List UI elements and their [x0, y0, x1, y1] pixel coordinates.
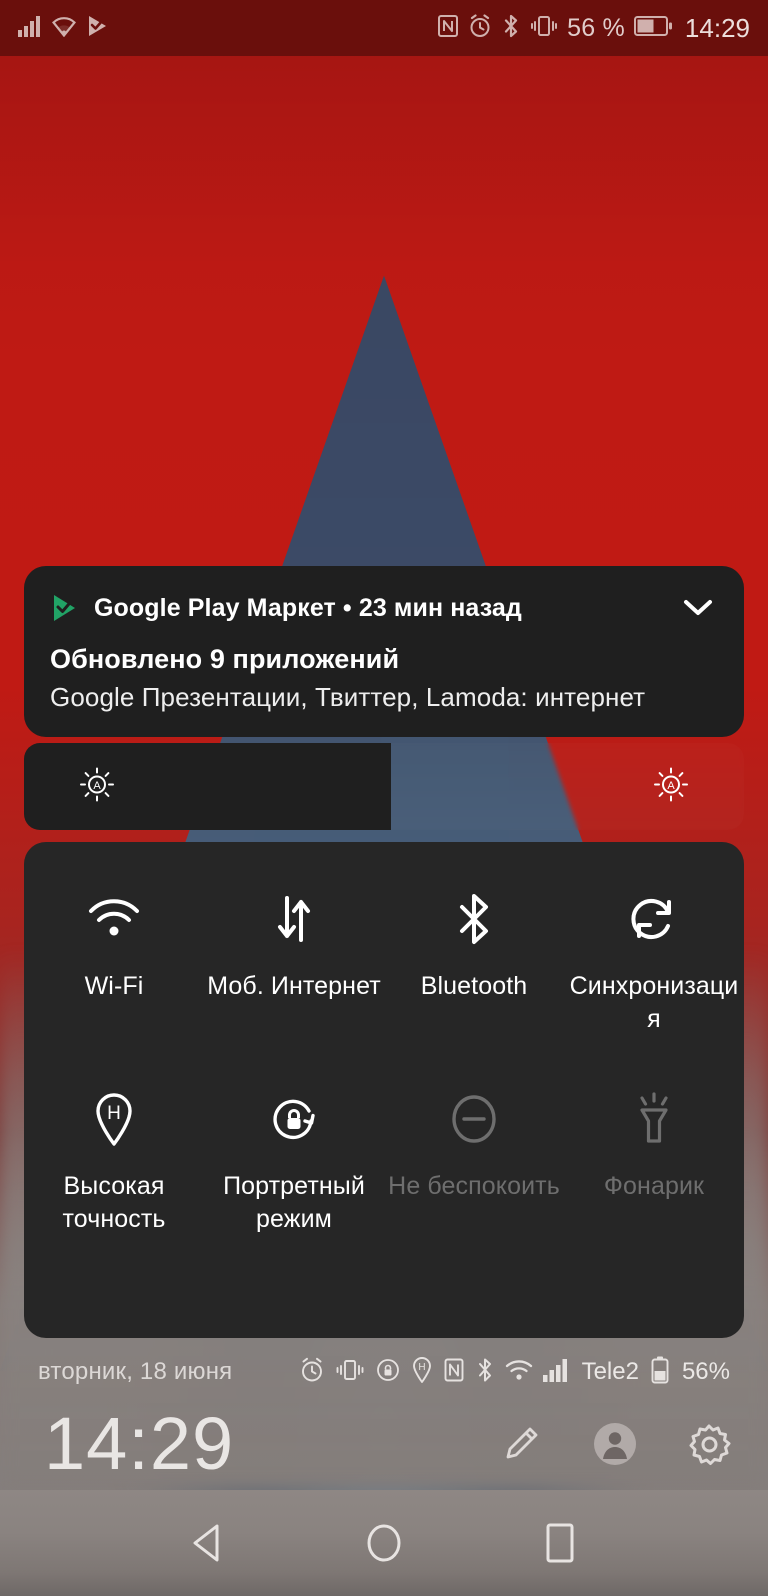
recents-button[interactable] — [530, 1513, 590, 1573]
bluetooth-icon — [475, 1357, 495, 1388]
nfc-icon — [443, 1357, 465, 1388]
alarm-icon — [468, 13, 492, 43]
bottom-status-icons: H Tele2 56% — [299, 1356, 730, 1389]
qs-tile-wifi[interactable]: Wi-Fi — [24, 890, 204, 1036]
lockscreen-clock: 14:29 — [44, 1402, 235, 1485]
qs-tile-portrait-mode[interactable]: Портретный режим — [204, 1090, 384, 1236]
svg-text:A: A — [667, 780, 675, 792]
vibrate-icon — [335, 1357, 365, 1388]
status-date: вторник, 18 июня — [38, 1358, 233, 1385]
clock-row: 14:29 — [0, 1396, 768, 1492]
status-bar-right-icons: 56 % 14:29 — [437, 13, 750, 44]
qs-tile-do-not-disturb[interactable]: Не беспокоить — [384, 1090, 564, 1236]
location-high-accuracy-icon: H — [93, 1090, 135, 1148]
wifi-icon — [51, 15, 77, 42]
svg-text:A: A — [93, 780, 101, 792]
battery-percent: 56% — [681, 1358, 730, 1385]
back-button[interactable] — [178, 1513, 238, 1573]
location-icon: H — [411, 1356, 433, 1389]
play-store-update-icon — [86, 14, 110, 43]
qs-label: Фонарик — [603, 1172, 705, 1200]
qs-tile-mobile-data[interactable]: Моб. Интернет — [204, 890, 384, 1036]
status-bar-left-icons — [18, 14, 110, 43]
qs-label: Высокая точность — [62, 1172, 166, 1233]
quick-settings-panel: Wi-Fi Моб. Интернет Bluetooth Синхрониза… — [24, 842, 744, 1338]
bottom-status-row: вторник, 18 июня H Tele2 56% — [0, 1348, 768, 1396]
qs-label: Wi-Fi — [84, 972, 144, 1000]
chevron-down-icon[interactable] — [678, 588, 718, 628]
svg-text:H: H — [107, 1103, 121, 1124]
status-bar: 56 % 14:29 — [0, 0, 768, 56]
notification-header: Google Play Маркет • 23 мин назад — [50, 588, 718, 628]
alarm-icon — [299, 1357, 325, 1388]
auto-brightness-icon[interactable]: A — [654, 767, 688, 806]
auto-brightness-icon[interactable]: A — [80, 767, 114, 806]
sync-icon — [629, 890, 679, 948]
qs-tile-location-high-accuracy[interactable]: H Высокая точность — [24, 1090, 204, 1236]
nfc-icon — [437, 14, 459, 43]
flashlight-icon — [630, 1090, 678, 1148]
notification-title: Обновлено 9 приложений — [50, 644, 400, 674]
notification-card[interactable]: Google Play Маркет • 23 мин назад Обновл… — [24, 566, 744, 737]
android-notification-shade: 56 % 14:29 Google Play Маркет • 23 мин н… — [0, 0, 768, 1596]
wifi-icon — [87, 890, 141, 948]
battery-icon — [651, 1356, 669, 1389]
qs-label: Синхронизация — [569, 972, 739, 1033]
quick-settings-row-1: Wi-Fi Моб. Интернет Bluetooth Синхрониза… — [24, 890, 744, 1036]
notification-app-name: Google Play Маркет • 23 мин назад — [94, 593, 522, 622]
signal-bars-icon — [542, 1358, 569, 1387]
carrier-name: Tele2 — [581, 1358, 639, 1385]
mobile-data-icon — [270, 890, 318, 948]
bluetooth-icon — [501, 14, 521, 43]
status-bar-battery-percent: 56 % — [567, 13, 625, 42]
qs-label: Портретный режим — [223, 1172, 365, 1233]
home-button[interactable] — [354, 1513, 414, 1573]
user-avatar-icon[interactable] — [592, 1421, 638, 1467]
qs-label: Моб. Интернет — [207, 972, 381, 1000]
svg-text:H: H — [418, 1362, 425, 1373]
navigation-bar — [0, 1490, 768, 1596]
vibrate-icon — [530, 14, 558, 43]
clock-row-actions — [498, 1421, 732, 1467]
wifi-icon — [505, 1358, 533, 1387]
qs-tile-sync[interactable]: Синхронизация — [564, 890, 744, 1036]
notification-summary: Google Презентации, Твиттер, Lamoda: инт… — [50, 682, 646, 712]
edit-pencil-icon[interactable] — [498, 1421, 544, 1467]
bluetooth-icon — [454, 890, 494, 948]
rotation-lock-icon — [375, 1357, 401, 1388]
battery-icon — [633, 15, 672, 41]
qs-label: Bluetooth — [420, 972, 528, 1000]
qs-label: Не беспокоить — [388, 1172, 560, 1200]
qs-tile-bluetooth[interactable]: Bluetooth — [384, 890, 564, 1036]
rotation-lock-icon — [268, 1090, 320, 1148]
settings-gear-icon[interactable] — [686, 1421, 732, 1467]
quick-settings-row-2: H Высокая точность Портретный режим Не б… — [24, 1090, 744, 1236]
google-play-icon — [50, 593, 80, 623]
qs-tile-flashlight[interactable]: Фонарик — [564, 1090, 744, 1236]
brightness-slider[interactable]: A A — [24, 743, 744, 830]
signal-bars-icon — [18, 15, 42, 42]
status-bar-time: 14:29 — [684, 12, 750, 43]
do-not-disturb-icon — [448, 1090, 500, 1148]
